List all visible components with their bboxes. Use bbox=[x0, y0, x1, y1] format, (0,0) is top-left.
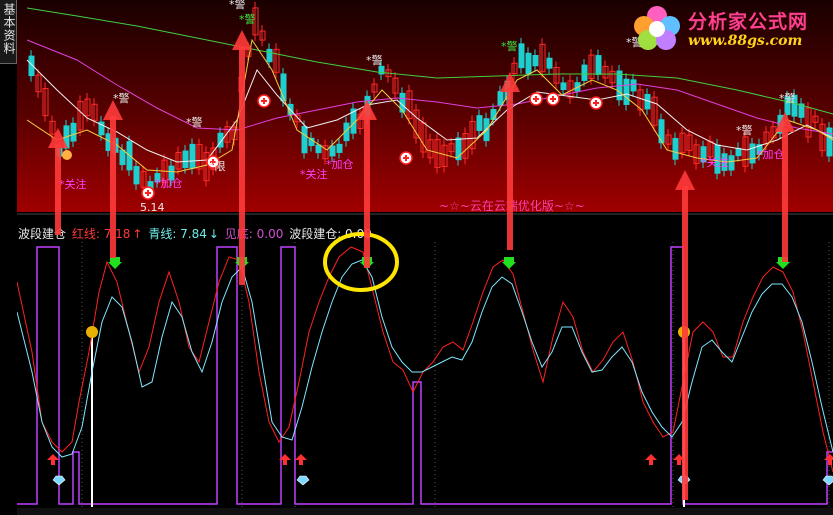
limit-mark: *限 bbox=[209, 160, 226, 173]
candle-body bbox=[189, 143, 196, 169]
candle-body bbox=[749, 143, 756, 164]
candle-body bbox=[336, 143, 343, 153]
money-bag-icon bbox=[86, 326, 98, 338]
candle-body bbox=[518, 43, 525, 69]
add-mark: *加仓 bbox=[326, 157, 354, 171]
candle-body bbox=[56, 147, 63, 157]
warn-mark: *警 bbox=[779, 91, 796, 105]
warn-mark: *警 bbox=[239, 12, 256, 26]
up-arrow-icon bbox=[824, 454, 833, 465]
candle-body bbox=[630, 79, 637, 92]
side-tab-label: 基本资料 bbox=[2, 3, 16, 55]
logo-url[interactable]: www.88gs.com bbox=[688, 33, 802, 49]
candle-body bbox=[623, 78, 630, 105]
add-mark: *加仓 bbox=[155, 176, 183, 190]
candle-body bbox=[119, 149, 126, 166]
chart-window: 基本资料 *警 *警 *警 *警 *警 *警 *警 *警 *警 *关注 *关注 … bbox=[0, 0, 833, 515]
candle-body bbox=[133, 166, 140, 185]
diamond-icon bbox=[822, 475, 833, 486]
candle-body bbox=[525, 52, 532, 75]
flower-logo-icon bbox=[634, 6, 680, 50]
logo-title: 分析家公式网 bbox=[688, 11, 809, 33]
candle-body bbox=[546, 57, 553, 69]
focus-mark: *关注 bbox=[701, 155, 729, 169]
candle-body bbox=[70, 122, 77, 142]
hand-icon bbox=[62, 150, 72, 160]
up-arrow-icon bbox=[295, 454, 307, 465]
side-tab-basic-info[interactable]: 基本资料 bbox=[0, 0, 17, 64]
candle-body bbox=[826, 127, 833, 157]
candle-body bbox=[560, 82, 567, 91]
warn-mark: *警 bbox=[736, 123, 753, 137]
down-arrow-icon bbox=[360, 257, 374, 269]
candle-body bbox=[504, 80, 511, 101]
warn-mark: *警 bbox=[501, 39, 518, 53]
warn-mark: *警 bbox=[113, 91, 130, 105]
candle-body bbox=[728, 155, 735, 171]
price-mark: 5.14 bbox=[140, 201, 165, 214]
focus-mark: *关注 bbox=[300, 167, 328, 181]
banner-text: ~☆~云在云端优化版~☆~ bbox=[439, 199, 585, 213]
candle-body bbox=[476, 115, 483, 131]
warn-mark: *警 bbox=[229, 0, 246, 11]
candle-body bbox=[672, 138, 679, 160]
candle-body bbox=[497, 91, 504, 106]
red-line bbox=[17, 246, 833, 473]
candle-body bbox=[735, 147, 742, 157]
grid-verticals bbox=[81, 242, 830, 507]
candle-body bbox=[532, 54, 539, 67]
cyan-line bbox=[17, 259, 833, 458]
candle-body bbox=[266, 48, 273, 63]
warn-mark: *警 bbox=[366, 53, 383, 67]
candle-body bbox=[182, 150, 189, 169]
candle-body bbox=[315, 144, 322, 154]
oscillator-markers bbox=[47, 257, 833, 486]
site-logo: 分析家公式网 www.88gs.com bbox=[628, 2, 828, 54]
diamond-icon bbox=[677, 475, 691, 486]
diamond-icon bbox=[296, 475, 310, 486]
candle-body bbox=[490, 108, 497, 120]
candle-body bbox=[581, 64, 588, 81]
warn-mark: *警 bbox=[186, 115, 203, 129]
candle-body bbox=[329, 145, 336, 157]
down-arrow-icon bbox=[502, 257, 516, 269]
oscillator-panel[interactable] bbox=[17, 222, 833, 515]
add-mark: *加仓 bbox=[757, 147, 785, 161]
diamond-icon bbox=[52, 475, 66, 486]
time-axis-strip bbox=[17, 508, 833, 515]
candle-body bbox=[301, 126, 308, 154]
money-bag-icon bbox=[678, 326, 690, 338]
focus-mark: *关注 bbox=[59, 177, 87, 191]
up-arrow-icon bbox=[47, 454, 59, 465]
up-arrow-icon bbox=[645, 454, 657, 465]
candle-body bbox=[595, 55, 602, 75]
down-arrow-icon bbox=[776, 257, 790, 269]
